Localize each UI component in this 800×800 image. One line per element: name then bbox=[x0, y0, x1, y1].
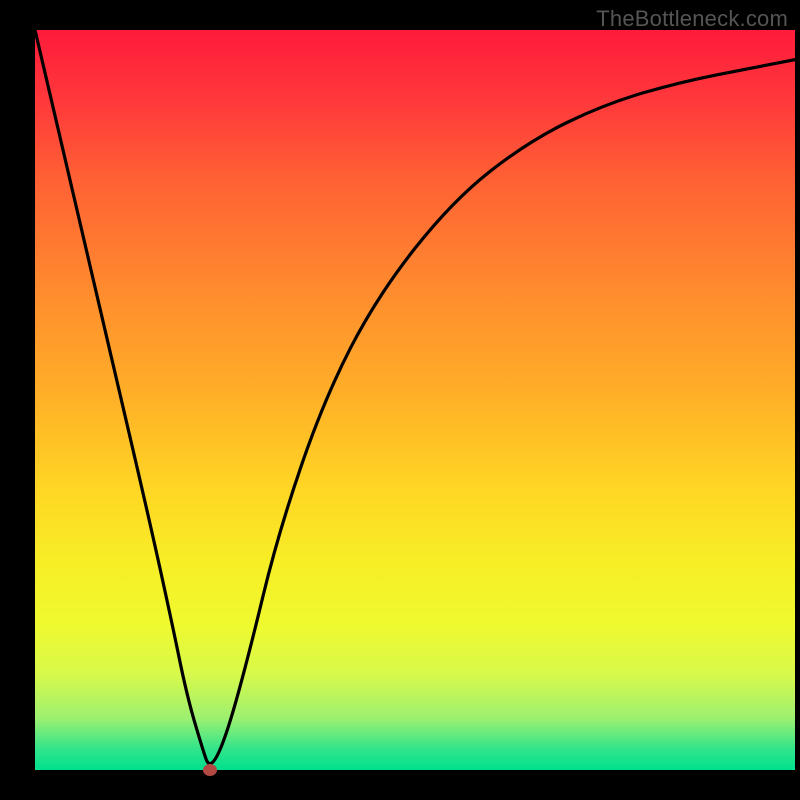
optimum-marker bbox=[203, 764, 217, 776]
watermark-label: TheBottleneck.com bbox=[596, 6, 788, 32]
plot-area bbox=[35, 30, 795, 770]
curve-svg bbox=[35, 30, 795, 770]
chart-frame: TheBottleneck.com bbox=[0, 0, 800, 800]
bottleneck-curve bbox=[35, 30, 795, 764]
